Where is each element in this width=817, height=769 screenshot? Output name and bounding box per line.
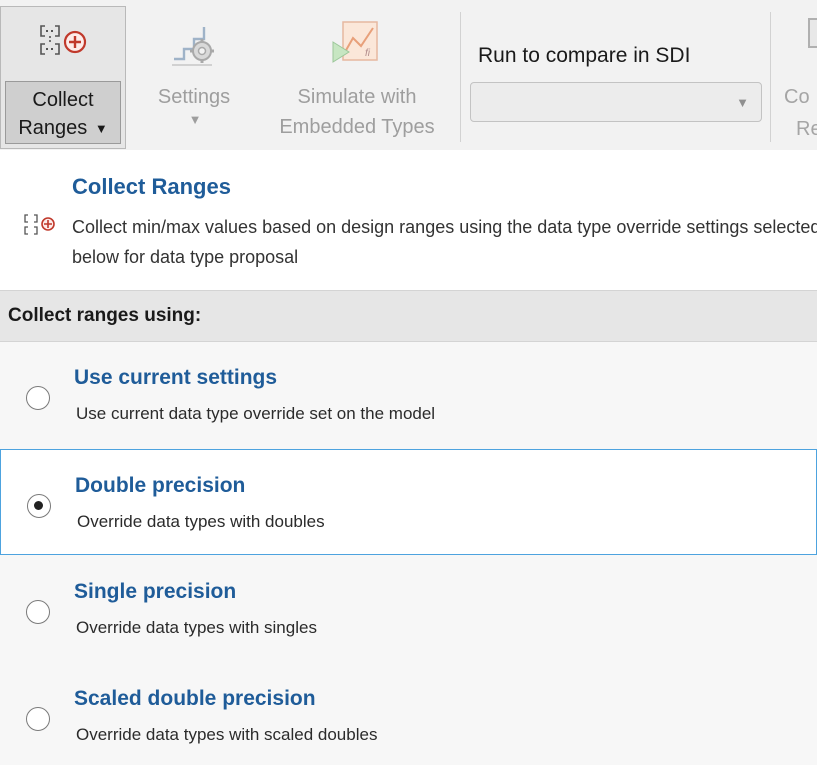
option-use-current-settings[interactable]: Use current settings Use current data ty… <box>0 342 817 448</box>
option-description: Override data types with singles <box>76 618 317 637</box>
settings-label: Settings <box>157 86 231 108</box>
toolstrip-separator <box>460 12 461 142</box>
simulate-embedded-types-button[interactable]: fi Simulate with Embedded Types <box>262 6 452 149</box>
compare-button-label-line2[interactable]: Re <box>796 118 817 141</box>
collect-ranges-dropdown[interactable]: Collect Ranges ▼ <box>5 81 121 144</box>
run-compare-dropdown[interactable]: ▼ <box>470 82 762 122</box>
simulate-label-line1: Simulate with <box>297 86 417 108</box>
radio-dot <box>34 501 43 510</box>
option-double-precision[interactable]: Double precision Override data types wit… <box>0 449 817 555</box>
collect-label-line1: Collect <box>32 89 94 111</box>
chevron-down-icon: ▼ <box>94 120 108 136</box>
run-compare-label: Run to compare in SDI <box>478 44 691 67</box>
collect-ranges-icon <box>1 7 125 77</box>
option-title: Single precision <box>74 580 237 603</box>
option-title: Double precision <box>75 474 246 497</box>
toolstrip-separator <box>770 12 771 142</box>
option-description: Override data types with doubles <box>77 512 325 531</box>
radio-button[interactable] <box>26 707 50 731</box>
option-description: Override data types with scaled doubles <box>76 725 378 744</box>
collect-ranges-icon <box>22 213 58 242</box>
section-header-label: Collect ranges using: <box>8 305 202 326</box>
settings-gear-icon <box>146 6 242 82</box>
radio-button[interactable] <box>26 386 50 410</box>
chevron-down-icon: ▼ <box>188 112 202 127</box>
svg-text:fi: fi <box>365 48 371 59</box>
panel-title: Collect Ranges <box>72 174 231 199</box>
option-description: Use current data type override set on th… <box>76 404 436 423</box>
radio-button-selected[interactable] <box>27 494 51 518</box>
option-title: Scaled double precision <box>74 687 316 710</box>
section-header: Collect ranges using: <box>0 290 817 342</box>
collect-ranges-button[interactable]: Collect Ranges ▼ <box>0 6 126 149</box>
simulate-label-line2: Embedded Types <box>279 116 435 138</box>
option-scaled-double-precision[interactable]: Scaled double precision Override data ty… <box>0 663 817 769</box>
range-options-list: Use current settings Use current data ty… <box>0 342 817 765</box>
toolstrip: Collect Ranges ▼ Settings ▼ fi Simulate … <box>0 0 817 151</box>
compare-button-label-line1[interactable]: Co <box>784 86 810 109</box>
simulate-fi-icon: fi <box>262 6 452 82</box>
compare-icon <box>808 18 817 48</box>
collect-ranges-panel-header: Collect Ranges Collect min/max values ba… <box>0 150 817 290</box>
collect-label-line2: Ranges <box>18 117 88 139</box>
chevron-down-icon: ▼ <box>736 95 749 110</box>
radio-button[interactable] <box>26 600 50 624</box>
option-single-precision[interactable]: Single precision Override data types wit… <box>0 556 817 662</box>
option-title: Use current settings <box>74 366 278 389</box>
panel-description: Collect min/max values based on design r… <box>72 217 817 267</box>
settings-button[interactable]: Settings ▼ <box>146 6 242 149</box>
